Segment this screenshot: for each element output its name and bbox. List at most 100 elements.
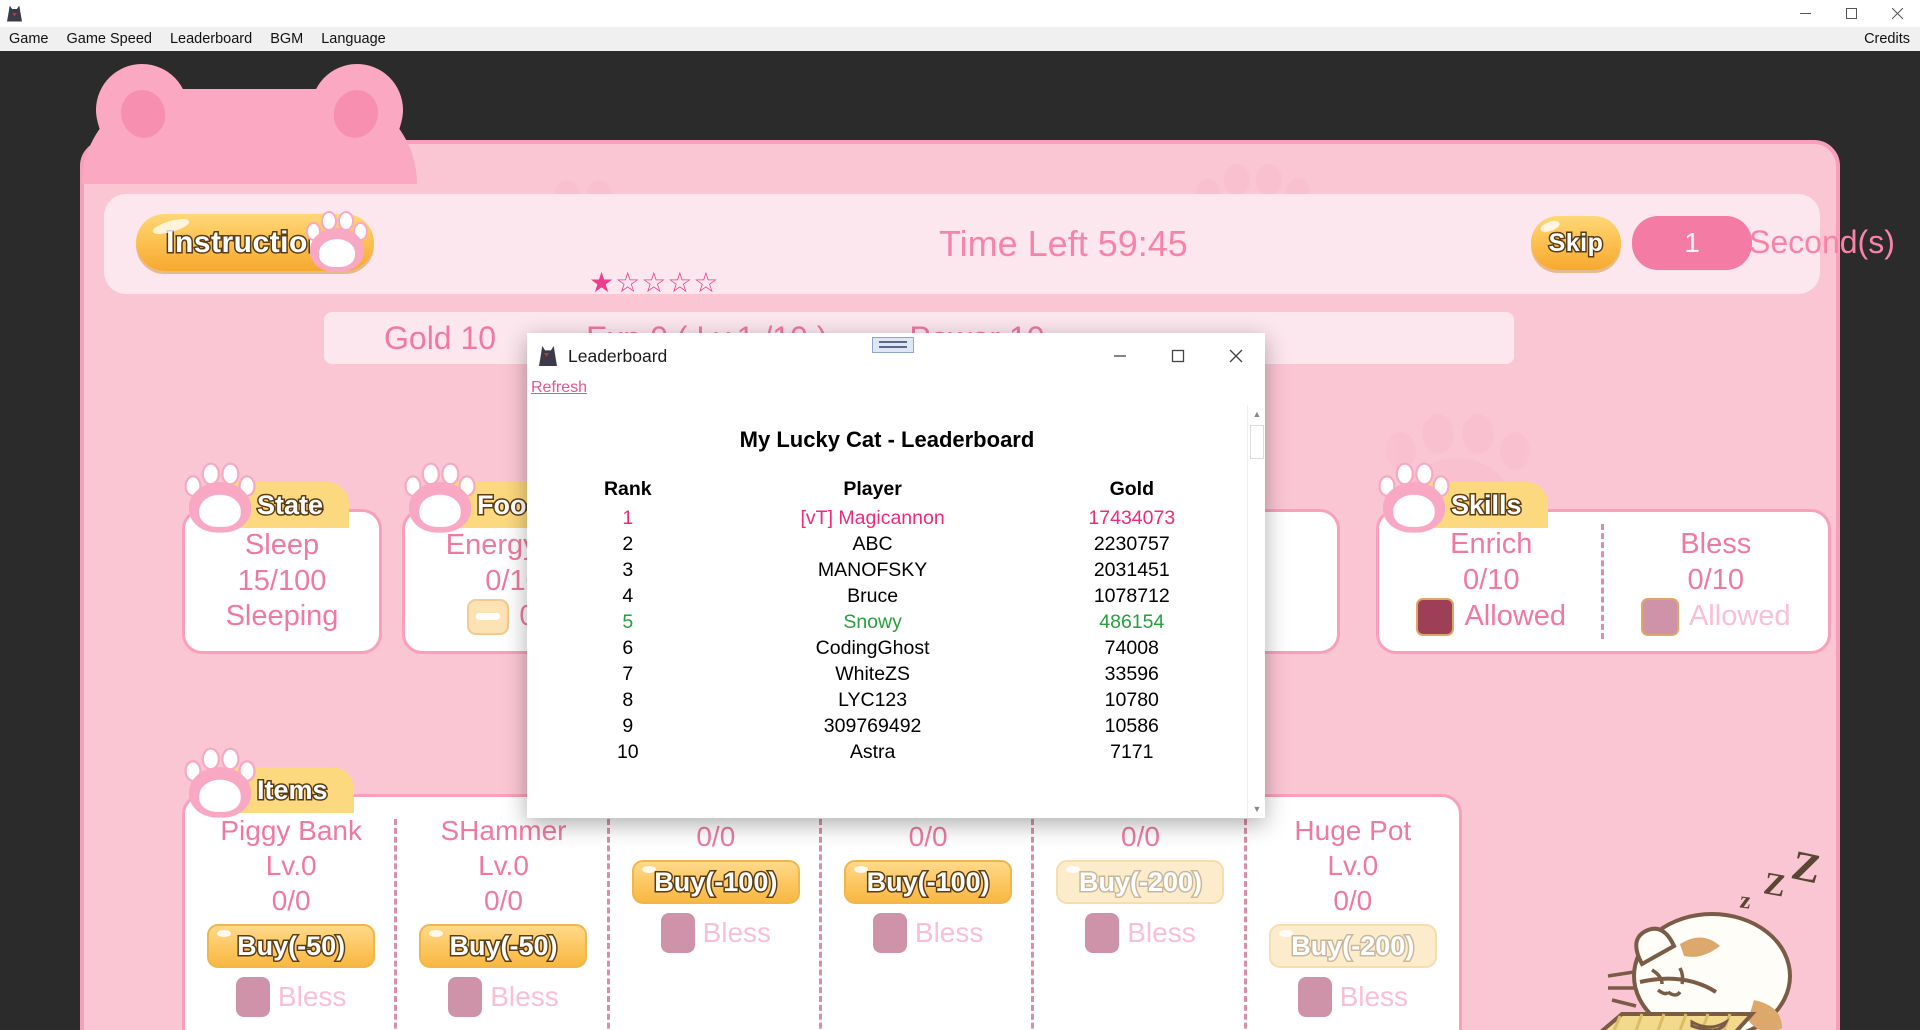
table-row[interactable]: 8 LYC123 10780 <box>527 687 1247 713</box>
buy-button-label: Buy(-50) <box>448 929 559 962</box>
buy-button[interactable]: Buy(-200) <box>1056 860 1225 904</box>
buy-button[interactable]: Buy(-50) <box>419 924 588 968</box>
buy-button[interactable]: Buy(-100) <box>844 860 1013 904</box>
skills-panel: Skills Enrich 0/10 Allowed Bless 0/10 Al… <box>1376 462 1831 654</box>
application-window: Game Game Speed Leaderboard BGM Language… <box>0 0 1920 1030</box>
bless-checkbox[interactable] <box>1640 597 1679 636</box>
minimize-icon[interactable] <box>1782 0 1828 27</box>
item-cell: Huge Pot Lv.0 0/0 Buy(-200) Bless <box>1247 807 1459 1030</box>
menubar: Game Game Speed Leaderboard BGM Language… <box>0 27 1920 51</box>
bless-label: Bless <box>1127 917 1196 948</box>
seconds-stepper[interactable]: 1 <box>1632 216 1752 270</box>
table-row[interactable]: 3 MANOFSKY 2031451 <box>527 557 1247 583</box>
time-left-label: Time Left 59:45 <box>939 223 1188 264</box>
cell-player: WhiteZS <box>835 662 910 685</box>
table-row[interactable]: 10 Astra 7171 <box>527 739 1247 765</box>
items-panel-title: Items <box>256 773 330 806</box>
item-level: Lv.0 <box>478 850 529 881</box>
state-status: Sleeping <box>225 600 339 633</box>
item-cell: 0/0 Buy(-200) Bless <box>1034 807 1247 1030</box>
menu-item-language[interactable]: Language <box>312 27 395 51</box>
enrich-allowed-label: Allowed <box>1464 600 1567 633</box>
bless-checkbox[interactable] <box>1297 977 1332 1017</box>
seconds-value: 1 <box>1684 227 1700 258</box>
leaderboard-table: Rank Player Gold 1 [vT] Magicannon 17434… <box>527 478 1247 765</box>
close-icon[interactable] <box>1207 333 1265 379</box>
table-row[interactable]: 1 [vT] Magicannon 17434073 <box>527 505 1247 531</box>
sleeping-cat-illustration <box>1584 904 1814 1030</box>
dialog-titlebar[interactable]: Leaderboard <box>527 333 1265 379</box>
state-name: Sleep <box>244 529 320 562</box>
bless-label: Bless <box>702 917 772 948</box>
state-panel: State Sleep 15/100 Sleeping <box>182 462 382 654</box>
cat-icon <box>7 5 23 22</box>
cell-player: Astra <box>849 740 896 763</box>
buy-button-label: Buy(-200) <box>1077 865 1203 898</box>
cell-rank: 5 <box>622 610 634 633</box>
item-qty: 0/0 <box>908 821 948 852</box>
cell-player: Bruce <box>847 584 899 607</box>
minimize-icon[interactable] <box>1091 333 1149 379</box>
menu-item-game[interactable]: Game <box>0 27 58 51</box>
menu-item-game-speed[interactable]: Game Speed <box>58 27 161 51</box>
buy-button[interactable]: Buy(-200) <box>1268 924 1437 968</box>
item-qty: 0/0 <box>484 885 523 916</box>
buy-button[interactable]: Buy(-50) <box>207 924 376 968</box>
item-qty: 0/0 <box>271 885 311 916</box>
cell-rank: 8 <box>622 688 634 711</box>
table-row[interactable]: 2 ABC 2230757 <box>527 531 1247 557</box>
dialog-window-controls <box>1091 333 1265 379</box>
gold-stat: Gold 10 <box>384 319 497 356</box>
minus-button[interactable] <box>467 598 510 635</box>
skip-button[interactable]: Skip <box>1531 216 1621 270</box>
cell-player: [vT] Magicannon <box>800 506 945 529</box>
scroll-up-icon[interactable]: ▲ <box>1248 405 1265 423</box>
table-row[interactable]: 7 WhiteZS 33596 <box>527 661 1247 687</box>
cat-head-decoration <box>82 53 417 184</box>
cell-player: Snowy <box>843 610 902 633</box>
items-panel-tab: Items <box>184 747 354 818</box>
maximize-icon[interactable] <box>1149 333 1207 379</box>
column-header-player: Player <box>843 478 902 500</box>
table-row[interactable]: 5 Snowy 486154 <box>527 609 1247 635</box>
bless-checkbox[interactable] <box>660 913 695 953</box>
state-value: 15/100 <box>237 564 327 597</box>
window-titlebar <box>0 0 1920 27</box>
cell-gold: 10586 <box>1104 714 1159 737</box>
cat-icon <box>539 346 557 366</box>
seconds-unit-label: Second(s) <box>1749 224 1895 260</box>
table-row[interactable]: 6 CodingGhost 74008 <box>527 635 1247 661</box>
item-qty: 0/0 <box>1333 885 1373 916</box>
maximize-icon[interactable] <box>1828 0 1874 27</box>
vertical-scrollbar[interactable]: ▲ ▼ <box>1247 405 1265 818</box>
menu-item-bgm[interactable]: BGM <box>261 27 312 51</box>
menu-item-credits[interactable]: Credits <box>1855 27 1920 51</box>
bless-checkbox[interactable] <box>448 977 483 1017</box>
refresh-link[interactable]: Refresh <box>531 379 587 396</box>
paw-icon <box>182 746 258 818</box>
enrich-checkbox[interactable] <box>1416 597 1455 636</box>
instructions-button[interactable]: Instructions <box>136 211 374 272</box>
state-panel-title: State <box>255 488 324 521</box>
bless-label: Bless <box>1339 981 1409 1012</box>
bless-checkbox[interactable] <box>872 913 907 953</box>
item-qty: 0/0 <box>1121 821 1160 852</box>
scroll-down-icon[interactable]: ▼ <box>1248 800 1265 818</box>
skill-name: Enrich <box>1450 528 1533 561</box>
bless-checkbox[interactable] <box>1085 913 1120 953</box>
buy-button[interactable]: Buy(-100) <box>631 860 800 904</box>
skip-button-label: Skip <box>1547 227 1604 258</box>
bless-checkbox[interactable] <box>235 977 270 1017</box>
table-row[interactable]: 9 309769492 10586 <box>527 713 1247 739</box>
cell-gold: 7171 <box>1110 740 1154 763</box>
buy-button-label: Buy(-100) <box>653 865 779 898</box>
menu-item-leaderboard[interactable]: Leaderboard <box>161 27 261 51</box>
close-icon[interactable] <box>1874 0 1920 27</box>
cell-rank: 7 <box>622 662 634 685</box>
window-grip-icon[interactable] <box>872 337 914 353</box>
table-row[interactable]: 4 Bruce 1078712 <box>527 583 1247 609</box>
buy-button-label: Buy(-50) <box>236 929 347 962</box>
scrollbar-thumb[interactable] <box>1250 425 1264 459</box>
cell-player: 309769492 <box>823 714 922 737</box>
cell-player: CodingGhost <box>815 636 930 659</box>
